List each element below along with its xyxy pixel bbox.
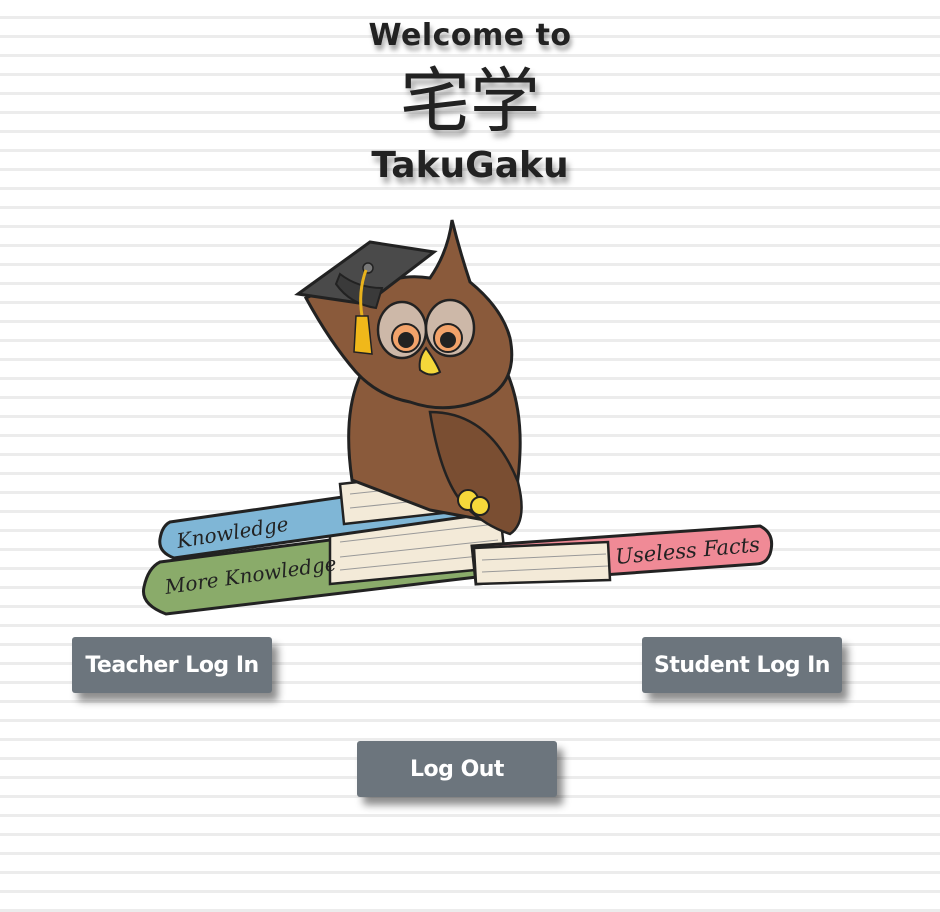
owl	[294, 219, 523, 536]
kanji-logo: 宅学	[400, 60, 540, 142]
teacher-login-button[interactable]: Teacher Log In	[72, 637, 272, 693]
welcome-heading: Welcome to	[368, 18, 572, 53]
owl-mascot-illustration: More Knowledge Knowledge Useless Facts	[141, 219, 774, 616]
student-login-button[interactable]: Student Log In	[642, 637, 842, 693]
book-useless-facts: Useless Facts	[470, 524, 774, 586]
logout-button[interactable]: Log Out	[357, 741, 557, 797]
title-block: Welcome to 宅学 TakuGaku	[0, 18, 940, 186]
brand-name: TakuGaku	[371, 145, 569, 186]
